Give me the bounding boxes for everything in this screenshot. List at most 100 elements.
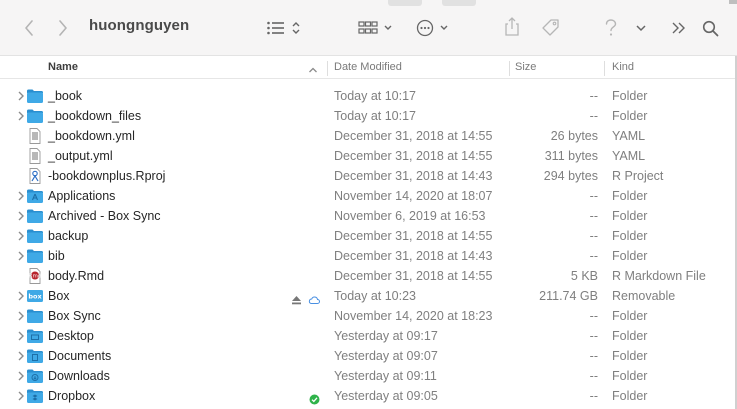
file-row[interactable]: Documents Yesterday at 09:07 -- Folder xyxy=(0,346,737,366)
file-kind: Removable xyxy=(612,289,676,303)
file-row[interactable]: Dropbox Yesterday at 09:05 -- Folder xyxy=(0,386,737,406)
file-row[interactable]: Archived - Box Sync November 6, 2019 at 1… xyxy=(0,206,737,226)
file-row[interactable]: Box Sync November 14, 2020 at 18:23 -- Fold… xyxy=(0,306,737,326)
file-name: backup xyxy=(48,229,89,243)
file-row[interactable]: _book Today at 10:17 -- Folder xyxy=(0,86,737,106)
dropbox-folder-icon xyxy=(26,388,44,404)
file-row[interactable]: _bookdown.yml December 31, 2018 at 14:55 2… xyxy=(0,126,737,146)
partial-toolbar-item xyxy=(442,0,476,6)
file-kind: Folder xyxy=(612,309,648,323)
column-separator[interactable] xyxy=(604,61,605,76)
file-name: Applications xyxy=(48,189,116,203)
file-row[interactable]: Desktop Yesterday at 09:17 -- Folder xyxy=(0,326,737,346)
file-size: 5 KB xyxy=(570,269,598,283)
disclosure-triangle-icon[interactable] xyxy=(16,286,26,306)
file-name: Box Sync xyxy=(48,309,101,323)
file-name: _bookdown_files xyxy=(48,109,142,123)
file-size: -- xyxy=(589,229,598,243)
box-drive-icon: box xyxy=(26,288,44,304)
file-size: -- xyxy=(589,329,598,343)
file-date-modified: Today at 10:17 xyxy=(334,109,417,123)
more-icon[interactable] xyxy=(670,19,688,37)
file-row[interactable]: Downloads Yesterday at 09:11 -- Folder xyxy=(0,366,737,386)
disclosure-triangle-icon[interactable] xyxy=(16,106,26,126)
disclosure-triangle-icon[interactable] xyxy=(16,86,26,106)
file-kind: Folder xyxy=(612,209,648,223)
column-size-header[interactable]: Size xyxy=(515,57,536,79)
forward-chevron-icon[interactable] xyxy=(54,18,72,38)
file-kind: Folder xyxy=(612,329,648,343)
file-size: 294 bytes xyxy=(543,169,598,183)
file-size: -- xyxy=(589,209,598,223)
file-date-modified: Yesterday at 09:11 xyxy=(334,369,437,383)
action-ellipsis-icon[interactable] xyxy=(416,18,452,38)
file-date-modified: Yesterday at 09:17 xyxy=(334,329,438,343)
file-row[interactable]: box Box Today at 10:23 211.74 GB Removable xyxy=(0,286,737,306)
disclosure-triangle-icon[interactable] xyxy=(16,386,26,406)
help-icon[interactable] xyxy=(602,17,620,39)
file-size: -- xyxy=(589,349,598,363)
file-name: _bookdown.yml xyxy=(48,129,135,143)
sort-ascending-icon[interactable] xyxy=(308,63,318,77)
desktop-folder-icon xyxy=(26,328,44,344)
sync-check-icon xyxy=(309,391,320,409)
search-icon[interactable] xyxy=(700,18,720,38)
back-chevron-icon[interactable] xyxy=(20,18,38,38)
column-separator[interactable] xyxy=(327,61,328,76)
column-date-header[interactable]: Date Modified xyxy=(334,57,402,79)
disclosure-triangle-icon[interactable] xyxy=(16,326,26,346)
chevron-down-icon[interactable] xyxy=(634,20,648,36)
file-row[interactable]: bib December 31, 2018 at 14:43 -- Folder xyxy=(0,246,737,266)
folder-icon xyxy=(26,228,44,244)
column-separator[interactable] xyxy=(509,61,510,76)
column-name-header[interactable]: Name xyxy=(48,57,78,79)
folder-icon xyxy=(26,308,44,324)
svg-text:box: box xyxy=(28,293,42,301)
svg-text:Rmd: Rmd xyxy=(29,274,42,280)
file-kind: YAML xyxy=(612,129,646,143)
share-icon[interactable] xyxy=(502,16,522,38)
file-size: 311 bytes xyxy=(544,149,598,163)
disclosure-triangle-icon[interactable] xyxy=(16,346,26,366)
yaml-document-icon xyxy=(26,128,44,144)
file-name: _output.yml xyxy=(48,149,113,163)
file-name: Desktop xyxy=(48,329,94,343)
file-size: 26 bytes xyxy=(550,129,598,143)
file-kind: Folder xyxy=(612,89,648,103)
file-row[interactable]: _bookdown_files Today at 10:17 -- Folder xyxy=(0,106,737,126)
file-row[interactable]: -bookdownplus.Rproj December 31, 2018 at … xyxy=(0,166,737,186)
group-icon[interactable] xyxy=(358,18,394,38)
file-row[interactable]: backup December 31, 2018 at 14:55 -- Folder xyxy=(0,226,737,246)
file-name: Downloads xyxy=(48,369,110,383)
documents-folder-icon xyxy=(26,348,44,364)
folder-icon xyxy=(26,88,44,104)
file-name: Archived - Box Sync xyxy=(48,209,161,223)
file-date-modified: Yesterday at 09:07 xyxy=(334,349,438,363)
disclosure-triangle-icon[interactable] xyxy=(16,226,26,246)
disclosure-triangle-icon[interactable] xyxy=(16,186,26,206)
yaml-document-icon xyxy=(26,148,44,164)
file-row[interactable]: _output.yml December 31, 2018 at 14:55 311… xyxy=(0,146,737,166)
file-date-modified: December 31, 2018 at 14:55 xyxy=(334,269,493,283)
folder-icon xyxy=(26,208,44,224)
file-kind: Folder xyxy=(612,349,648,363)
file-date-modified: Today at 10:17 xyxy=(334,89,417,103)
file-size: 211.74 GB xyxy=(539,289,598,303)
downloads-folder-icon xyxy=(26,368,44,384)
file-row[interactable]: Applications November 14, 2020 at 18:07 --… xyxy=(0,186,737,206)
file-size: -- xyxy=(589,189,598,203)
list-view-icon[interactable] xyxy=(266,18,306,38)
disclosure-triangle-icon[interactable] xyxy=(16,246,26,266)
toolbar: huongnguyen xyxy=(0,0,737,56)
file-date-modified: Today at 10:23 xyxy=(334,289,417,303)
file-name: -bookdownplus.Rproj xyxy=(48,169,166,183)
disclosure-triangle-icon[interactable] xyxy=(16,366,26,386)
tag-icon[interactable] xyxy=(540,17,562,39)
file-list: _book Today at 10:17 -- Folder _bookdown_fil… xyxy=(0,86,737,406)
file-row[interactable]: Rmd body.Rmd December 31, 2018 at 14:55 5 K… xyxy=(0,266,737,286)
disclosure-triangle-icon[interactable] xyxy=(16,306,26,326)
column-kind-header[interactable]: Kind xyxy=(612,57,634,79)
disclosure-triangle-icon[interactable] xyxy=(16,206,26,226)
file-date-modified: December 31, 2018 at 14:55 xyxy=(334,129,493,143)
file-kind: Folder xyxy=(612,109,648,123)
